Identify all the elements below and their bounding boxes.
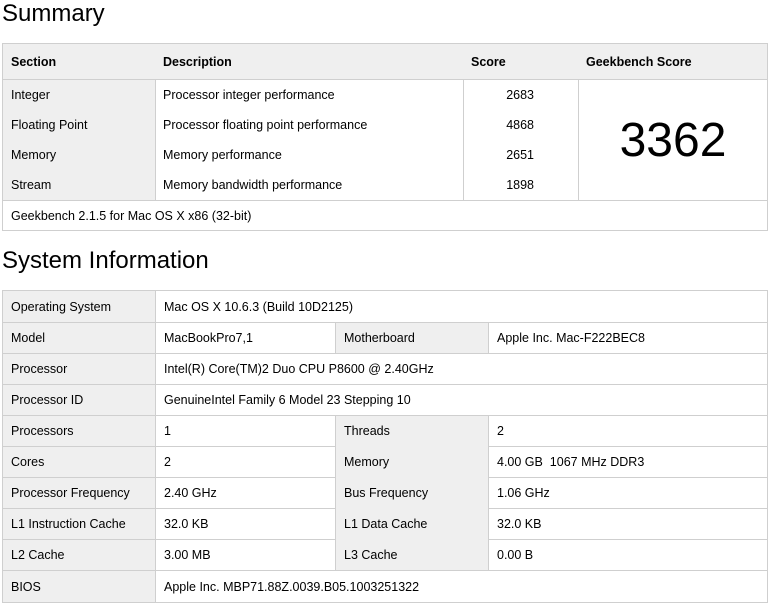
summary-table: Section Description Score Geekbench Scor… bbox=[2, 43, 768, 231]
processor-value: Intel(R) Core(TM)2 Duo CPU P8600 @ 2.40G… bbox=[164, 362, 434, 376]
threads-value: 2 bbox=[497, 424, 504, 438]
summary-row-section: Stream bbox=[11, 178, 52, 192]
cores-label: Cores bbox=[11, 455, 45, 469]
l3-cache-value: 0.00 B bbox=[497, 548, 534, 562]
processor-frequency-label: Processor Frequency bbox=[11, 486, 130, 500]
l1-instruction-cache-label: L1 Instruction Cache bbox=[11, 517, 126, 531]
os-label: Operating System bbox=[11, 299, 112, 314]
bus-frequency-label: Bus Frequency bbox=[344, 486, 429, 500]
header-score: Score bbox=[471, 54, 506, 69]
summary-heading: Summary bbox=[2, 0, 105, 27]
header-section: Section bbox=[11, 54, 57, 69]
summary-row-description: Processor integer performance bbox=[163, 88, 335, 102]
summary-footer: Geekbench 2.1.5 for Mac OS X x86 (32-bit… bbox=[11, 208, 252, 223]
os-value: Mac OS X 10.6.3 (Build 10D2125) bbox=[164, 299, 353, 314]
cores-value: 2 bbox=[164, 455, 171, 469]
processors-label: Processors bbox=[11, 424, 74, 438]
l3-cache-label: L3 Cache bbox=[344, 548, 398, 562]
l1-instruction-cache-value: 32.0 KB bbox=[164, 517, 209, 531]
summary-row-score: 2683 bbox=[506, 88, 534, 102]
bios-value: Apple Inc. MBP71.88Z.0039.B05.1003251322 bbox=[164, 579, 420, 594]
processor-id-value: GenuineIntel Family 6 Model 23 Stepping … bbox=[164, 393, 411, 407]
memory-label: Memory bbox=[344, 455, 390, 469]
bus-frequency-value: 1.06 GHz bbox=[497, 486, 550, 500]
processor-id-label: Processor ID bbox=[11, 393, 84, 407]
threads-label: Threads bbox=[344, 424, 390, 438]
l2-cache-value: 3.00 MB bbox=[164, 548, 211, 562]
motherboard-value: Apple Inc. Mac-F222BEC8 bbox=[497, 331, 645, 345]
summary-row-score: 2651 bbox=[506, 148, 534, 162]
geekbench-total-score: 3362 bbox=[619, 113, 727, 167]
model-value: MacBookPro7,1 bbox=[164, 331, 253, 345]
sysinfo-heading: System Information bbox=[2, 247, 209, 274]
summary-row-description: Memory performance bbox=[163, 148, 282, 162]
header-geekbench-score: Geekbench Score bbox=[586, 54, 692, 69]
summary-row-description: Memory bandwidth performance bbox=[163, 178, 343, 192]
l2-cache-label: L2 Cache bbox=[11, 548, 65, 562]
l1-data-cache-value: 32.0 KB bbox=[497, 517, 542, 531]
summary-row-score: 1898 bbox=[506, 178, 534, 192]
processors-value: 1 bbox=[164, 424, 171, 438]
summary-row-score: 4868 bbox=[506, 118, 534, 132]
bios-label: BIOS bbox=[11, 579, 41, 594]
summary-row-section: Memory bbox=[11, 148, 57, 162]
summary-row-description: Processor floating point performance bbox=[163, 118, 368, 132]
memory-value: 4.00 GB 1067 MHz DDR3 bbox=[497, 455, 645, 469]
model-label: Model bbox=[11, 331, 46, 345]
summary-row-section: Integer bbox=[11, 88, 50, 102]
l1-data-cache-label: L1 Data Cache bbox=[344, 517, 428, 531]
processor-label: Processor bbox=[11, 362, 68, 376]
summary-row-section: Floating Point bbox=[11, 118, 88, 132]
motherboard-label: Motherboard bbox=[344, 331, 415, 345]
header-description: Description bbox=[163, 54, 232, 69]
processor-frequency-value: 2.40 GHz bbox=[164, 486, 217, 500]
sysinfo-table: Operating System Mac OS X 10.6.3 (Build … bbox=[2, 290, 768, 603]
